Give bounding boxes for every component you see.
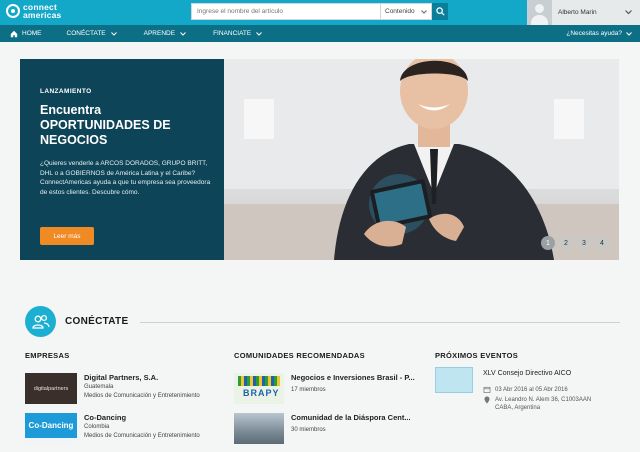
chevron-down-icon xyxy=(110,31,117,36)
community-logo: BRAPY xyxy=(234,373,284,404)
carousel-page-1[interactable]: 1 xyxy=(541,236,555,250)
read-more-button[interactable]: Leer más xyxy=(40,227,94,245)
nav-conectate[interactable]: CONÉCTATE xyxy=(67,25,117,42)
user-menu[interactable]: Alberto Marin xyxy=(527,0,640,25)
hero-title-line1: Encuentra xyxy=(40,103,102,117)
help-menu[interactable]: ¿Necesitas ayuda? xyxy=(566,25,632,42)
company-sector: Medios de Comunicación y Entretenimiento xyxy=(84,433,200,439)
hero-title: Encuentra OPORTUNIDADES DE NEGOCIOS xyxy=(40,103,210,148)
community-logo-text: BRAPY xyxy=(243,388,280,398)
events-heading: PRÓXIMOS EVENTOS xyxy=(435,351,519,360)
nav-home[interactable]: HOME xyxy=(10,25,42,42)
nav-aprende[interactable]: APRENDE xyxy=(144,25,186,42)
community-card[interactable]: Comunidad de la Diáspora Cent... 30 miem… xyxy=(234,413,411,444)
community-card[interactable]: BRAPY Negocios e Inversiones Brasil - P.… xyxy=(234,373,415,404)
carousel-page-3[interactable]: 3 xyxy=(577,236,591,250)
company-logo: digitalpartners xyxy=(25,373,77,404)
nav-financiate-label: FINANCIATE xyxy=(213,30,252,37)
company-name[interactable]: Co-Dancing xyxy=(84,413,200,423)
community-name[interactable]: Negocios e Inversiones Brasil - P... xyxy=(291,373,415,383)
content-filter-label: Contenido xyxy=(385,8,415,15)
logo-text-line2: americas xyxy=(23,10,62,20)
nav-financiate[interactable]: FINANCIATE xyxy=(213,25,263,42)
event-title[interactable]: XLV Consejo Directivo AICO xyxy=(483,370,571,377)
carousel-page-2[interactable]: 2 xyxy=(559,236,573,250)
avatar xyxy=(527,0,552,25)
communities-heading: COMUNIDADES RECOMENDADAS xyxy=(234,351,365,360)
businessman-with-tablet-illustration xyxy=(224,59,619,260)
chevron-down-icon xyxy=(421,9,427,14)
logo-mark-icon xyxy=(6,4,20,18)
search-box: Contenido xyxy=(191,3,432,20)
companies-heading: EMPRESAS xyxy=(25,351,70,360)
event-date-text: 03 Abr 2016 al 05 Abr 2016 xyxy=(495,386,568,393)
top-bar: connect americas Contenido Alberto Marin xyxy=(0,0,640,25)
company-card[interactable]: Co-Dancing Co-Dancing Colombia Medios de… xyxy=(25,413,200,444)
search-icon xyxy=(435,7,445,16)
hero-kicker: LANZAMIENTO xyxy=(40,88,92,95)
hero-carousel: LANZAMIENTO Encuentra OPORTUNIDADES DE N… xyxy=(20,59,619,260)
company-logo: Co-Dancing xyxy=(25,413,77,444)
main-nav: HOME CONÉCTATE APRENDE FINANCIATE ¿Neces… xyxy=(0,25,640,42)
section-divider xyxy=(140,322,620,323)
company-sector: Medios de Comunicación y Entretenimiento xyxy=(84,393,200,399)
nav-home-label: HOME xyxy=(22,30,42,37)
chevron-down-icon xyxy=(626,31,632,36)
event-address: Av. Leandro N. Alem 36, C1003AAN xyxy=(483,396,591,404)
community-logo xyxy=(234,413,284,444)
company-country: Guatemala xyxy=(84,384,114,390)
community-name[interactable]: Comunidad de la Diáspora Cent... xyxy=(291,413,411,423)
event-address-line1: Av. Leandro N. Alem 36, C1003AAN xyxy=(495,397,592,403)
carousel-pagination: 1 2 3 4 xyxy=(537,236,609,250)
event-thumbnail xyxy=(435,367,473,393)
calendar-icon xyxy=(483,386,491,393)
event-city: CABA, Argentina xyxy=(495,405,541,411)
chevron-down-icon xyxy=(256,31,263,36)
chevron-down-icon xyxy=(180,31,186,36)
hero-title-line2: OPORTUNIDADES DE NEGOCIOS xyxy=(40,118,171,147)
community-members: 30 miembros xyxy=(291,427,326,433)
location-pin-icon xyxy=(484,396,490,404)
community-members: 17 miembros xyxy=(291,387,326,393)
hero-image: 1 2 3 4 xyxy=(224,59,619,260)
people-icon xyxy=(25,306,56,337)
search-input[interactable] xyxy=(192,4,380,19)
home-icon xyxy=(10,30,18,37)
nav-aprende-label: APRENDE xyxy=(143,30,176,37)
company-country: Colombia xyxy=(84,424,110,430)
section-title: CONÉCTATE xyxy=(65,316,129,327)
logo[interactable]: connect americas xyxy=(6,3,61,19)
nav-conectate-label: CONÉCTATE xyxy=(66,30,106,37)
company-logo-text: digitalpartners xyxy=(33,385,69,392)
user-name: Alberto Marin xyxy=(558,9,597,16)
hero-description: ¿Quieres venderle a ARCOS DORADOS, GRUPO… xyxy=(40,160,211,196)
hero-panel: LANZAMIENTO Encuentra OPORTUNIDADES DE N… xyxy=(20,59,224,260)
company-name[interactable]: Digital Partners, S.A. xyxy=(84,373,200,383)
chevron-down-icon xyxy=(625,10,632,15)
carousel-page-4[interactable]: 4 xyxy=(595,236,609,250)
search-button[interactable] xyxy=(432,3,448,20)
help-label: ¿Necesitas ayuda? xyxy=(566,30,622,37)
event-date: 03 Abr 2016 al 05 Abr 2016 xyxy=(483,386,568,393)
company-card[interactable]: digitalpartners Digital Partners, S.A. G… xyxy=(25,373,200,404)
content-filter-select[interactable]: Contenido xyxy=(380,4,431,19)
company-logo-text: Co-Dancing xyxy=(28,421,74,430)
